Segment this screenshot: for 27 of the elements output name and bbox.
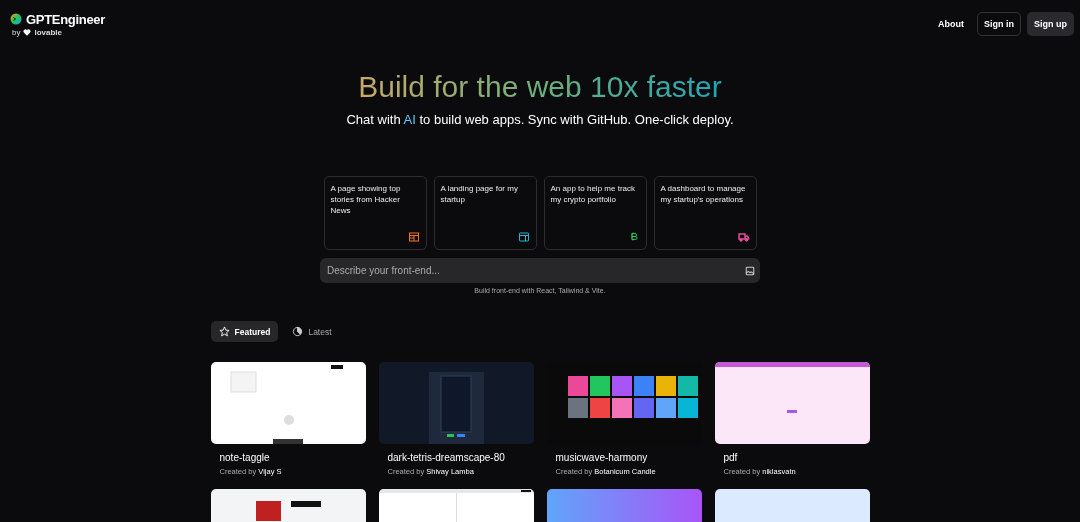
tab[interactable]: Latest	[284, 321, 340, 342]
suggestion-card[interactable]: A landing page for my startup	[433, 176, 537, 250]
pie-icon	[292, 326, 304, 337]
nav-button[interactable]: Sign up	[1027, 12, 1074, 36]
suggestion-card[interactable]: An app to help me track my crypto portfolio	[543, 176, 647, 250]
by-label: by	[12, 27, 21, 37]
logo-icon	[10, 13, 22, 25]
nav-link[interactable]: About	[931, 12, 971, 36]
star-icon	[218, 326, 230, 337]
tab[interactable]: Featured	[210, 321, 279, 342]
project-title[interactable]: dark-tetris-dreamscape-80	[387, 452, 534, 463]
nav-button[interactable]: Sign in	[977, 12, 1021, 36]
logo-name[interactable]: GPTEngineer	[26, 11, 106, 27]
suggestion-card[interactable]: A page showing top stories from Hacker News	[323, 176, 427, 250]
suggestion-text: An app to help me track my crypto portfolio	[550, 183, 636, 205]
project-title[interactable]: musicwave-harmony	[555, 452, 702, 463]
project-title[interactable]: pdf	[723, 452, 870, 463]
hero-subtitle: Chat with AI to build web apps. Sync with GitHub. One-click deploy.	[346, 112, 734, 127]
project-title[interactable]: note-taggle	[219, 452, 366, 463]
suggestion-text: A landing page for my startup	[440, 183, 519, 205]
prompt-field[interactable]: Describe your front-end...	[320, 258, 760, 283]
image-icon[interactable]	[745, 266, 755, 276]
heart-icon	[23, 28, 32, 36]
suggestion-card[interactable]: A dashboard to manage my startup's operations	[653, 176, 757, 250]
partner-name: lovable	[34, 27, 63, 37]
suggestion-text: A page showing top stories from Hacker News	[330, 183, 402, 216]
suggestion-text: A dashboard to manage my startup's operations	[660, 183, 747, 205]
